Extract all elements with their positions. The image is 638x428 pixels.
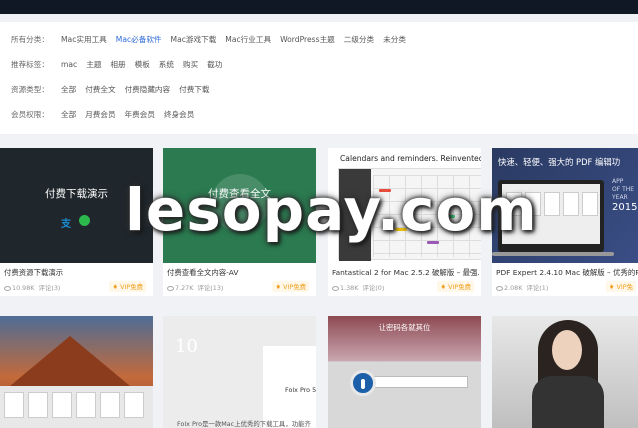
mountain-wallpaper (10, 336, 130, 386)
post-title[interactable]: Fantastical 2 for Mac 2.5.2 破解版 – 最强… (332, 267, 480, 278)
post-thumbnail[interactable]: 10 Folx Pro 5 Folx Pro是一款Mac上优秀的下载工具，功能齐 (163, 316, 316, 428)
vip-badge: ♦ VIP免 (605, 281, 636, 292)
thumbnail-caption: 快速、轻便、强大的 PDF 编辑功 (498, 157, 621, 167)
filter-option[interactable]: 模板 (135, 59, 150, 70)
vip-badge-label: VIP免费 (283, 283, 306, 291)
filter-option[interactable]: 二级分类 (344, 34, 374, 45)
award-line: APP (612, 178, 624, 185)
post-thumbnail[interactable] (492, 316, 638, 428)
post-title[interactable]: 付费资源下载演示 (4, 267, 152, 278)
pdf-page (582, 192, 598, 216)
eye-icon (167, 285, 174, 291)
eye-icon (332, 285, 339, 291)
search-bar-graphic (360, 376, 468, 388)
filter-option[interactable]: Mac实用工具 (61, 34, 107, 45)
vip-badge-label: VIP免 (616, 283, 633, 291)
post-meta: 10.98K 评论(3) (4, 283, 60, 292)
comment-count: 评论(13) (197, 284, 224, 292)
filter-label: 所有分类： (11, 34, 49, 44)
eye-icon (496, 285, 503, 291)
top-nav-bar (0, 0, 638, 14)
comment-count: 评论(0) (362, 284, 385, 292)
filter-label: 会员权限： (11, 109, 49, 119)
filter-option[interactable]: 月费会员 (85, 109, 115, 120)
filter-row-tags: 推荐标签： mac 主题 相册 模板 系统 购买 截功 (11, 55, 231, 73)
alipay-icon: 支 (61, 219, 71, 230)
filter-option[interactable]: 截功 (207, 59, 222, 70)
filter-option[interactable]: 付费下载 (179, 84, 209, 95)
post-meta: 7.27K 评论(13) (167, 283, 223, 292)
filter-row-category: 所有分类： Mac实用工具 Mac必备软件 Mac游戏下载 Mac行业工具 Wo… (11, 30, 415, 48)
laptop-base (492, 252, 614, 256)
filter-option-active[interactable]: Mac必备软件 (116, 34, 162, 45)
app-window-preview (0, 386, 153, 428)
filter-option[interactable]: 主题 (86, 59, 101, 70)
post-meta: 2.08K 评论(1) (496, 283, 548, 292)
window-pane (52, 392, 72, 418)
thumbnail-brand: Folx Pro 5 (285, 386, 316, 394)
comment-count: 评论(3) (38, 284, 61, 292)
filter-option[interactable]: Mac游戏下载 (171, 34, 217, 45)
award-year: 2015 (612, 202, 638, 213)
filter-option[interactable]: 付费隐藏内容 (125, 84, 171, 95)
filter-option[interactable]: 未分类 (383, 34, 406, 45)
filter-option[interactable]: 系统 (159, 59, 174, 70)
filter-option[interactable]: Mac行业工具 (225, 34, 271, 45)
thumbnail-caption: Calendars and reminders. Reinvented. (340, 154, 481, 163)
eye-icon (4, 285, 11, 291)
post-thumbnail[interactable] (0, 316, 153, 428)
wechat-icon (79, 215, 90, 226)
filter-panel: 所有分类： Mac实用工具 Mac必备软件 Mac游戏下载 Mac行业工具 Wo… (0, 22, 638, 134)
window-pane (76, 392, 96, 418)
filter-option[interactable]: 相册 (110, 59, 125, 70)
filter-label: 资源类型： (11, 84, 49, 94)
award-line: YEAR (612, 194, 628, 201)
filter-option[interactable]: 全部 (61, 84, 76, 95)
vip-badge-label: VIP免费 (448, 283, 471, 291)
filter-option[interactable]: 年费会员 (125, 109, 155, 120)
window-pane (28, 392, 48, 418)
view-count: 10.98K (12, 284, 35, 292)
thumbnail-caption: Folx Pro是一款Mac上优秀的下载工具，功能齐 (177, 420, 311, 428)
post-meta: 1.38K 评论(0) (332, 283, 384, 292)
thumbnail-number: 10 (175, 336, 198, 357)
filter-option[interactable]: 全部 (61, 109, 76, 120)
pdf-page (563, 192, 579, 216)
vip-badge: ♦ VIP免费 (437, 281, 474, 292)
filter-row-membership: 会员权限： 全部 月费会员 年费会员 终身会员 (11, 105, 203, 123)
vip-badge: ♦ VIP免费 (272, 281, 309, 292)
post-title[interactable]: 付费查看全文内容-AV (167, 267, 315, 278)
award-text: APP OF THE YEAR (612, 178, 634, 202)
filter-option[interactable]: WordPress主题 (280, 34, 335, 45)
view-count: 7.27K (175, 284, 194, 292)
vip-badge: ♦ VIP免费 (109, 281, 146, 292)
comment-count: 评论(1) (526, 284, 549, 292)
photo-body (532, 376, 604, 428)
password-app-icon (350, 370, 376, 396)
pdf-page (544, 192, 560, 216)
filter-option[interactable]: 终身会员 (164, 109, 194, 120)
photo-face (552, 330, 582, 370)
post-thumbnail[interactable]: 让密码各就其位 (328, 316, 481, 428)
filter-option[interactable]: mac (61, 60, 77, 69)
award-line: OF THE (612, 186, 635, 193)
vip-badge-label: VIP免费 (120, 283, 143, 291)
site-watermark: lesopay.com (125, 176, 538, 244)
filter-row-resource-type: 资源类型： 全部 付费全文 付费隐藏内容 付费下载 (11, 80, 219, 98)
view-count: 1.38K (340, 284, 359, 292)
view-count: 2.08K (504, 284, 523, 292)
filter-option[interactable]: 付费全文 (85, 84, 115, 95)
thumbnail-caption: 让密码各就其位 (378, 323, 431, 332)
post-title[interactable]: PDF Expert 2.4.10 Mac 破解版 – 优秀的P… (496, 267, 638, 278)
filter-label: 推荐标签： (11, 59, 49, 69)
window-pane (4, 392, 24, 418)
window-pane (124, 392, 144, 418)
window-pane (100, 392, 120, 418)
filter-option[interactable]: 购买 (183, 59, 198, 70)
